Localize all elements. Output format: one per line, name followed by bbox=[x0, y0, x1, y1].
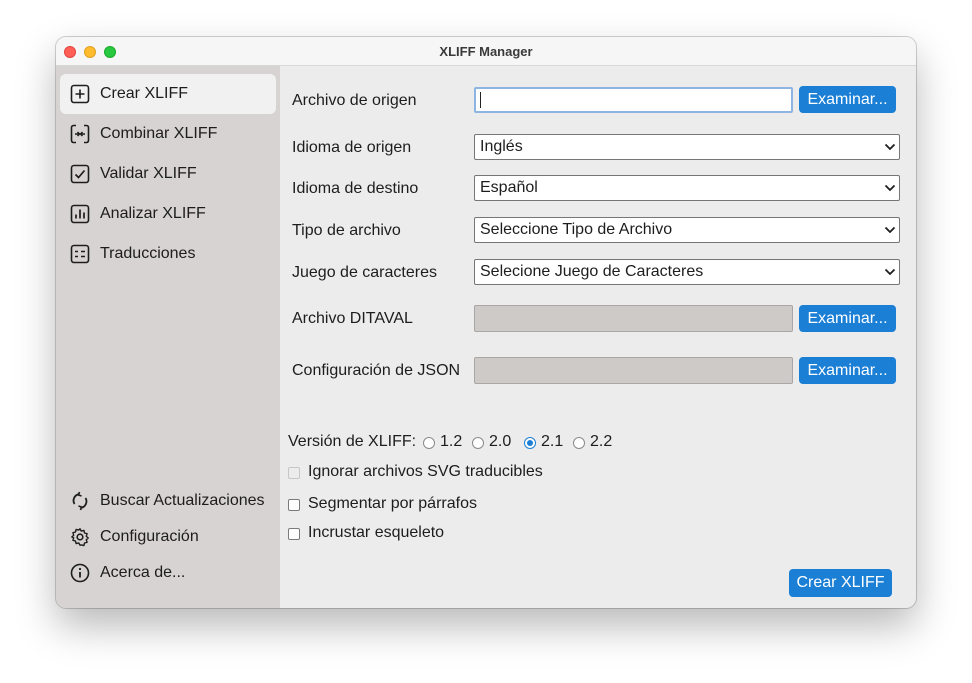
paragraph-segmentation-checkbox[interactable] bbox=[288, 499, 300, 511]
ignore-svg-label: Ignorar archivos SVG traducibles bbox=[308, 463, 543, 480]
merge-icon bbox=[70, 124, 90, 144]
title-bar: XLIFF Manager bbox=[56, 37, 916, 66]
sidebar-item-label: Combinar XLIFF bbox=[100, 125, 218, 142]
text-caret bbox=[480, 92, 481, 108]
charset-label: Juego de caracteres bbox=[292, 264, 437, 281]
file-type-value: Seleccione Tipo de Archivo bbox=[480, 221, 673, 238]
sidebar-item-label: Buscar Actualizaciones bbox=[100, 492, 265, 509]
json-config-input bbox=[474, 357, 793, 384]
file-type-label: Tipo de archivo bbox=[292, 222, 401, 239]
sidebar-item-label: Traducciones bbox=[100, 245, 196, 262]
sidebar: Crear XLIFF Combinar XLIFF Validar XLIFF… bbox=[56, 66, 280, 608]
charset-value: Selecione Juego de Caracteres bbox=[480, 263, 704, 280]
sidebar-item-buscar-actualizaciones[interactable]: Buscar Actualizaciones bbox=[60, 481, 276, 521]
source-file-label: Archivo de origen bbox=[292, 92, 417, 109]
target-language-label: Idioma de destino bbox=[292, 180, 419, 197]
radio-label: 2.2 bbox=[590, 433, 613, 450]
chevron-down-icon bbox=[884, 183, 896, 193]
sidebar-item-label: Acerca de... bbox=[100, 564, 186, 581]
sidebar-item-traducciones[interactable]: Traducciones bbox=[60, 234, 276, 274]
info-icon bbox=[70, 563, 90, 583]
chevron-down-icon bbox=[884, 142, 896, 152]
source-language-select[interactable]: Inglés bbox=[474, 134, 900, 160]
radio-button[interactable] bbox=[573, 437, 585, 449]
sidebar-item-acerca-de[interactable]: Acerca de... bbox=[60, 553, 276, 593]
charset-select[interactable]: Selecione Juego de Caracteres bbox=[474, 259, 900, 285]
app-window: XLIFF Manager Crear XLIFF Combinar XLIFF… bbox=[56, 37, 916, 608]
embed-skeleton-label: Incrustar esqueleto bbox=[308, 524, 445, 541]
list-icon bbox=[70, 244, 90, 264]
source-language-value: Inglés bbox=[480, 138, 523, 155]
radio-button[interactable] bbox=[524, 437, 536, 449]
sidebar-item-configuracion[interactable]: Configuración bbox=[60, 517, 276, 557]
radio-label: 1.2 bbox=[440, 433, 463, 450]
gear-icon bbox=[70, 527, 90, 547]
chevron-down-icon bbox=[884, 267, 896, 277]
target-language-select[interactable]: Español bbox=[474, 175, 900, 201]
sidebar-item-crear-xliff[interactable]: Crear XLIFF bbox=[60, 74, 276, 114]
refresh-icon bbox=[70, 491, 90, 511]
source-file-input[interactable] bbox=[474, 87, 793, 113]
sidebar-item-analizar-xliff[interactable]: Analizar XLIFF bbox=[60, 194, 276, 234]
target-language-value: Español bbox=[480, 179, 538, 196]
sidebar-item-label: Configuración bbox=[100, 528, 199, 545]
main-panel: Archivo de origen Examinar... Idioma de … bbox=[280, 66, 916, 608]
ditaval-label: Archivo DITAVAL bbox=[292, 310, 413, 327]
paragraph-segmentation-label: Segmentar por párrafos bbox=[308, 495, 477, 512]
radio-button[interactable] bbox=[423, 437, 435, 449]
window-title: XLIFF Manager bbox=[439, 44, 533, 59]
check-square-icon bbox=[70, 164, 90, 184]
radio-label: 2.0 bbox=[489, 433, 512, 450]
ignore-svg-checkbox bbox=[288, 467, 300, 479]
xliff-version-label: Versión de XLIFF: bbox=[288, 433, 417, 450]
embed-skeleton-checkbox[interactable] bbox=[288, 528, 300, 540]
json-config-label: Configuración de JSON bbox=[292, 362, 461, 379]
file-type-select[interactable]: Seleccione Tipo de Archivo bbox=[474, 217, 900, 243]
sidebar-item-combinar-xliff[interactable]: Combinar XLIFF bbox=[60, 114, 276, 154]
sidebar-item-validar-xliff[interactable]: Validar XLIFF bbox=[60, 154, 276, 194]
sidebar-item-label: Analizar XLIFF bbox=[100, 205, 206, 222]
ditaval-input bbox=[474, 305, 793, 332]
sidebar-item-label: Validar XLIFF bbox=[100, 165, 197, 182]
source-file-browse-button[interactable]: Examinar... bbox=[799, 86, 896, 113]
plus-square-icon bbox=[70, 84, 90, 104]
sidebar-item-label: Crear XLIFF bbox=[100, 85, 189, 102]
radio-label: 2.1 bbox=[541, 433, 564, 450]
ditaval-browse-button[interactable]: Examinar... bbox=[799, 305, 896, 332]
json-config-browse-button[interactable]: Examinar... bbox=[799, 357, 896, 384]
source-language-label: Idioma de origen bbox=[292, 139, 412, 156]
radio-button[interactable] bbox=[472, 437, 484, 449]
chevron-down-icon bbox=[884, 225, 896, 235]
bar-chart-icon bbox=[70, 204, 90, 224]
create-xliff-button[interactable]: Crear XLIFF bbox=[789, 569, 892, 597]
